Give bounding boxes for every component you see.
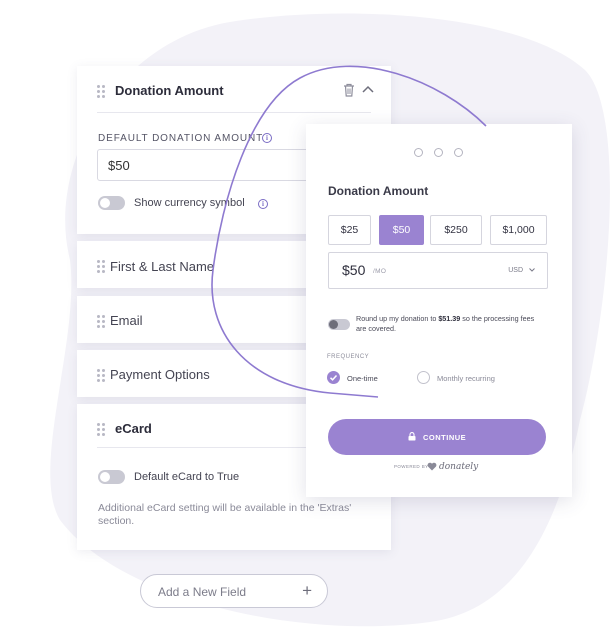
add-new-field-button[interactable]: Add a New Field + <box>140 574 328 608</box>
check-icon <box>329 374 338 381</box>
ecard-default-toggle[interactable] <box>98 470 125 484</box>
amount-option[interactable]: $25 <box>328 215 371 245</box>
info-icon[interactable]: i <box>258 199 268 209</box>
field-label: Payment Options <box>110 367 210 382</box>
custom-amount-period: /MO <box>373 268 387 275</box>
monthly-recurring-label: Monthly recurring <box>437 374 495 383</box>
chevron-down-icon[interactable] <box>529 268 535 272</box>
currency-toggle-label: Show currency symbol <box>134 197 245 209</box>
round-up-text: Round up my donation to $51.39 so the pr… <box>356 314 535 333</box>
trash-icon[interactable] <box>343 83 355 97</box>
field-label: First & Last Name <box>110 259 215 274</box>
custom-amount-value: $50 <box>342 262 366 278</box>
amount-option[interactable]: $250 <box>430 215 482 245</box>
custom-amount-input[interactable]: $50 /MO USD <box>328 252 548 289</box>
default-amount-input[interactable]: $50 <box>97 149 327 181</box>
donately-logo-icon <box>427 462 437 471</box>
ecard-help-text: Additional eCard setting will be availab… <box>98 502 352 527</box>
currency-select[interactable]: USD <box>508 267 523 274</box>
info-icon[interactable]: i <box>262 133 272 143</box>
divider <box>97 112 371 113</box>
amount-option[interactable]: $1,000 <box>490 215 547 245</box>
continue-label: CONTINUE <box>423 433 467 442</box>
round-up-toggle[interactable] <box>328 319 350 330</box>
field-label: Email <box>110 313 143 328</box>
ecard-toggle-label: Default eCard to True <box>134 471 240 483</box>
step-indicator <box>414 148 463 157</box>
frequency-label: FREQUENCY <box>327 354 370 360</box>
drag-handle-icon[interactable] <box>97 260 105 273</box>
lock-icon <box>408 432 416 441</box>
default-amount-label: DEFAULT DONATION AMOUNT <box>98 133 264 144</box>
one-time-radio[interactable] <box>327 371 340 384</box>
drag-handle-icon[interactable] <box>97 369 105 382</box>
powered-by-label: POWERED BY <box>394 464 429 469</box>
donation-amount-title: Donation Amount <box>115 83 224 98</box>
plus-icon: + <box>302 581 312 600</box>
drag-handle-icon[interactable] <box>97 315 105 328</box>
chevron-up-icon[interactable] <box>362 85 374 93</box>
currency-symbol-toggle[interactable] <box>98 196 125 210</box>
add-field-label: Add a New Field <box>158 585 247 599</box>
monthly-recurring-radio[interactable] <box>417 371 430 384</box>
drag-handle-icon[interactable] <box>97 423 105 436</box>
continue-button[interactable]: CONTINUE <box>328 419 546 455</box>
drag-handle-icon[interactable] <box>97 85 105 98</box>
donately-logo-text: donately <box>439 462 479 472</box>
form-title: Donation Amount <box>328 184 429 198</box>
amount-option-selected[interactable]: $50 <box>379 215 424 245</box>
one-time-label: One-time <box>347 374 378 383</box>
ecard-title: eCard <box>115 421 152 436</box>
donation-form-preview: Donation Amount $25 $50 $250 $1,000 $50 … <box>306 124 572 497</box>
